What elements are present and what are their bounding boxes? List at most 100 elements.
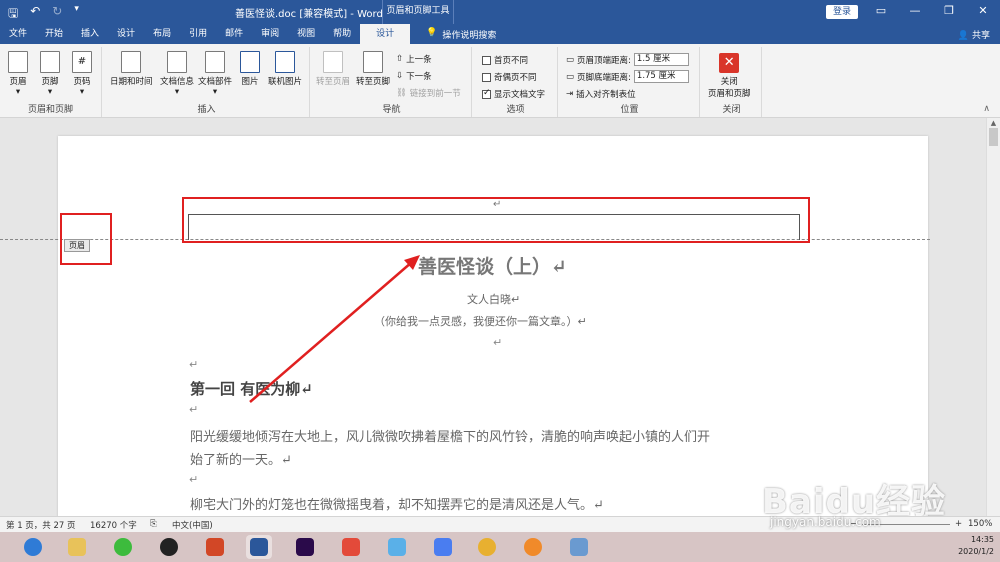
chapter-heading[interactable]: 第一回 有医为柳↵ [190, 378, 313, 399]
tab-view[interactable]: 视图 [288, 24, 324, 44]
docparts-button[interactable]: 文档部件 ▾ [198, 51, 232, 97]
tab-home[interactable]: 开始 [36, 24, 72, 44]
close-header-footer-button[interactable]: ✕ 关闭 页眉和页脚 [708, 53, 751, 99]
proofing-icon[interactable]: ⎘ [150, 519, 157, 529]
group-close: ✕ 关闭 页眉和页脚 关闭 [702, 47, 762, 117]
tab-design[interactable]: 设计 [108, 24, 144, 44]
goto-footer-button[interactable]: 转至页脚 [356, 51, 390, 87]
tab-header-footer-design[interactable]: 设计 [360, 24, 411, 44]
link-previous-button[interactable]: ⛓ 链接到前一节 [396, 87, 461, 99]
quick-access-toolbar: 🖫 ↶ ↻ ▾ [8, 4, 79, 25]
customize-qat-icon[interactable]: ▾ [74, 4, 79, 25]
ribbon-display-icon[interactable]: ▭ [864, 0, 898, 24]
close-icon[interactable]: ✕ [966, 0, 1000, 24]
footer-button[interactable]: 页脚 ▾ [40, 51, 60, 97]
media-app-icon[interactable] [520, 535, 546, 559]
restore-icon[interactable]: ❐ [932, 0, 966, 24]
previous-button[interactable]: ⇧ 上一条 [396, 53, 432, 65]
document-subtitle[interactable]: （你给我一点灵感，我便还你一篇文章。）↵ [374, 313, 587, 329]
paragraph-1-line-2[interactable]: 始了新的一天。↵ [190, 449, 292, 468]
file-explorer-icon[interactable] [64, 535, 90, 559]
feishu-icon[interactable] [430, 535, 456, 559]
app-icon[interactable] [338, 535, 364, 559]
goto-header-button[interactable]: 转至页眉 [316, 51, 350, 87]
footer-bottom-input[interactable]: 1.75 厘米 [633, 70, 689, 83]
group-label: 插入 [197, 105, 216, 115]
qq-icon[interactable] [156, 535, 182, 559]
tab-references[interactable]: 引用 [180, 24, 216, 44]
previous-icon: ⇧ [396, 54, 404, 64]
tab-review[interactable]: 审阅 [252, 24, 288, 44]
chat-app-icon[interactable] [384, 535, 410, 559]
paragraph-mark: ↵ [189, 473, 199, 486]
group-label: 位置 [620, 105, 639, 115]
page-number-button[interactable]: # 页码 ▾ [72, 51, 92, 97]
notes-app-icon[interactable] [566, 535, 592, 559]
document-author[interactable]: 文人白晓↵ [467, 291, 520, 307]
insert-alignment-tab-button[interactable]: ⇥ 插入对齐制表位 [566, 88, 636, 100]
checkbox [482, 72, 491, 82]
ribbon-tabs: 文件 开始 插入 设计 布局 引用 邮件 审阅 视图 帮助 设计 💡 操作说明搜索… [0, 24, 1000, 44]
browser-360-icon[interactable] [20, 535, 46, 559]
window-title: 善医怪谈.doc [兼容模式] - Word [235, 9, 383, 20]
tab-file[interactable]: 文件 [0, 24, 36, 44]
lightbulb-icon: 💡 [426, 27, 438, 38]
datetime-button[interactable]: 日期和时间 [110, 51, 153, 87]
tab-help[interactable]: 帮助 [324, 24, 360, 44]
footer-icon [40, 51, 60, 73]
online-picture-button[interactable]: 联机图片 [268, 51, 302, 87]
docinfo-button[interactable]: 文档信息 ▾ [160, 51, 194, 97]
page-count[interactable]: 第 1 页，共 27 页 [6, 519, 76, 531]
chrome-icon[interactable] [474, 535, 500, 559]
word-count[interactable]: 16270 个字 [90, 519, 137, 531]
zoom-level[interactable]: 150% [968, 519, 992, 529]
collapse-ribbon-icon[interactable]: ∧ [983, 104, 990, 114]
group-navigation: 转至页眉 转至页脚 ⇧ 上一条 ⇩ 下一条 ⛓ 链接到前一节 导航 [312, 47, 472, 117]
tab-mailings[interactable]: 邮件 [216, 24, 252, 44]
wechat-icon[interactable] [110, 535, 136, 559]
group-label: 页眉和页脚 [27, 105, 73, 115]
login-button[interactable]: 登录 [826, 5, 858, 19]
header-button[interactable]: 页眉 ▾ [8, 51, 28, 97]
next-icon: ⇩ [396, 71, 404, 81]
word-icon[interactable] [246, 535, 272, 559]
undo-icon[interactable]: ↶ [30, 4, 40, 25]
scroll-up-icon[interactable]: ▲ [987, 118, 1000, 128]
window-controls: ▭ — ❐ ✕ [864, 0, 1000, 24]
share-button[interactable]: 👤 共享 [958, 28, 990, 41]
taskbar: 14:35 2020/1/2 [0, 532, 1000, 562]
online-picture-icon [275, 51, 295, 73]
paragraph-mark: ↵ [189, 403, 199, 416]
minimize-icon[interactable]: — [898, 0, 932, 24]
different-odd-even-checkbox[interactable]: 奇偶页不同 [482, 71, 537, 83]
title-bar: 🖫 ↶ ↻ ▾ 善医怪谈.doc [兼容模式] - Word 页眉和页脚工具 登… [0, 0, 1000, 24]
clock-date[interactable]: 2020/1/2 [958, 546, 994, 558]
redo-icon[interactable]: ↻ [52, 4, 62, 25]
footer-position-icon: ▭ [566, 71, 575, 82]
picture-icon [240, 51, 260, 73]
different-first-page-checkbox[interactable]: 首页不同 [482, 54, 528, 66]
tab-insert[interactable]: 插入 [72, 24, 108, 44]
paragraph-2[interactable]: 柳宅大门外的灯笼也在微微摇曳着，却不知摆弄它的是清风还是人气。↵ [190, 494, 604, 513]
save-icon[interactable]: 🖫 [8, 4, 18, 25]
next-button[interactable]: ⇩ 下一条 [396, 70, 432, 82]
clock-time[interactable]: 14:35 [958, 534, 994, 546]
vertical-scrollbar[interactable]: ▲ [986, 118, 1000, 516]
docparts-icon [205, 51, 225, 73]
picture-button[interactable]: 图片 [240, 51, 260, 87]
footer-bottom-distance: ▭ 页脚底端距离: 1.75 厘米 [566, 70, 689, 83]
language[interactable]: 中文(中国) [172, 519, 213, 531]
tell-me-search[interactable]: 💡 操作说明搜索 [426, 28, 496, 41]
ribbon: 页眉 ▾ 页脚 ▾ # 页码 ▾ 页眉和页脚 日期和时间 文档信息 ▾ 文档部件 ▾ 图片 … [0, 44, 1000, 118]
header-top-distance: ▭ 页眉顶端距离: 1.5 厘米 [566, 53, 689, 66]
powerpoint-icon[interactable] [202, 535, 228, 559]
header-top-input[interactable]: 1.5 厘米 [633, 53, 689, 66]
scroll-thumb[interactable] [989, 128, 998, 146]
show-document-text-checkbox[interactable]: 显示文档文字 [482, 88, 545, 100]
paragraph-1-line-1[interactable]: 阳光缓缓地倾泻在大地上，风儿微微吹拂着屋檐下的风竹铃，清脆的响声唤起小镇的人们开 [190, 426, 710, 445]
alignment-tab-icon: ⇥ [566, 89, 574, 99]
tab-layout[interactable]: 布局 [144, 24, 180, 44]
zoom-in-icon[interactable]: + [955, 519, 962, 529]
document-title[interactable]: 善医怪谈（上）↵ [418, 252, 567, 279]
premiere-icon[interactable] [292, 535, 318, 559]
